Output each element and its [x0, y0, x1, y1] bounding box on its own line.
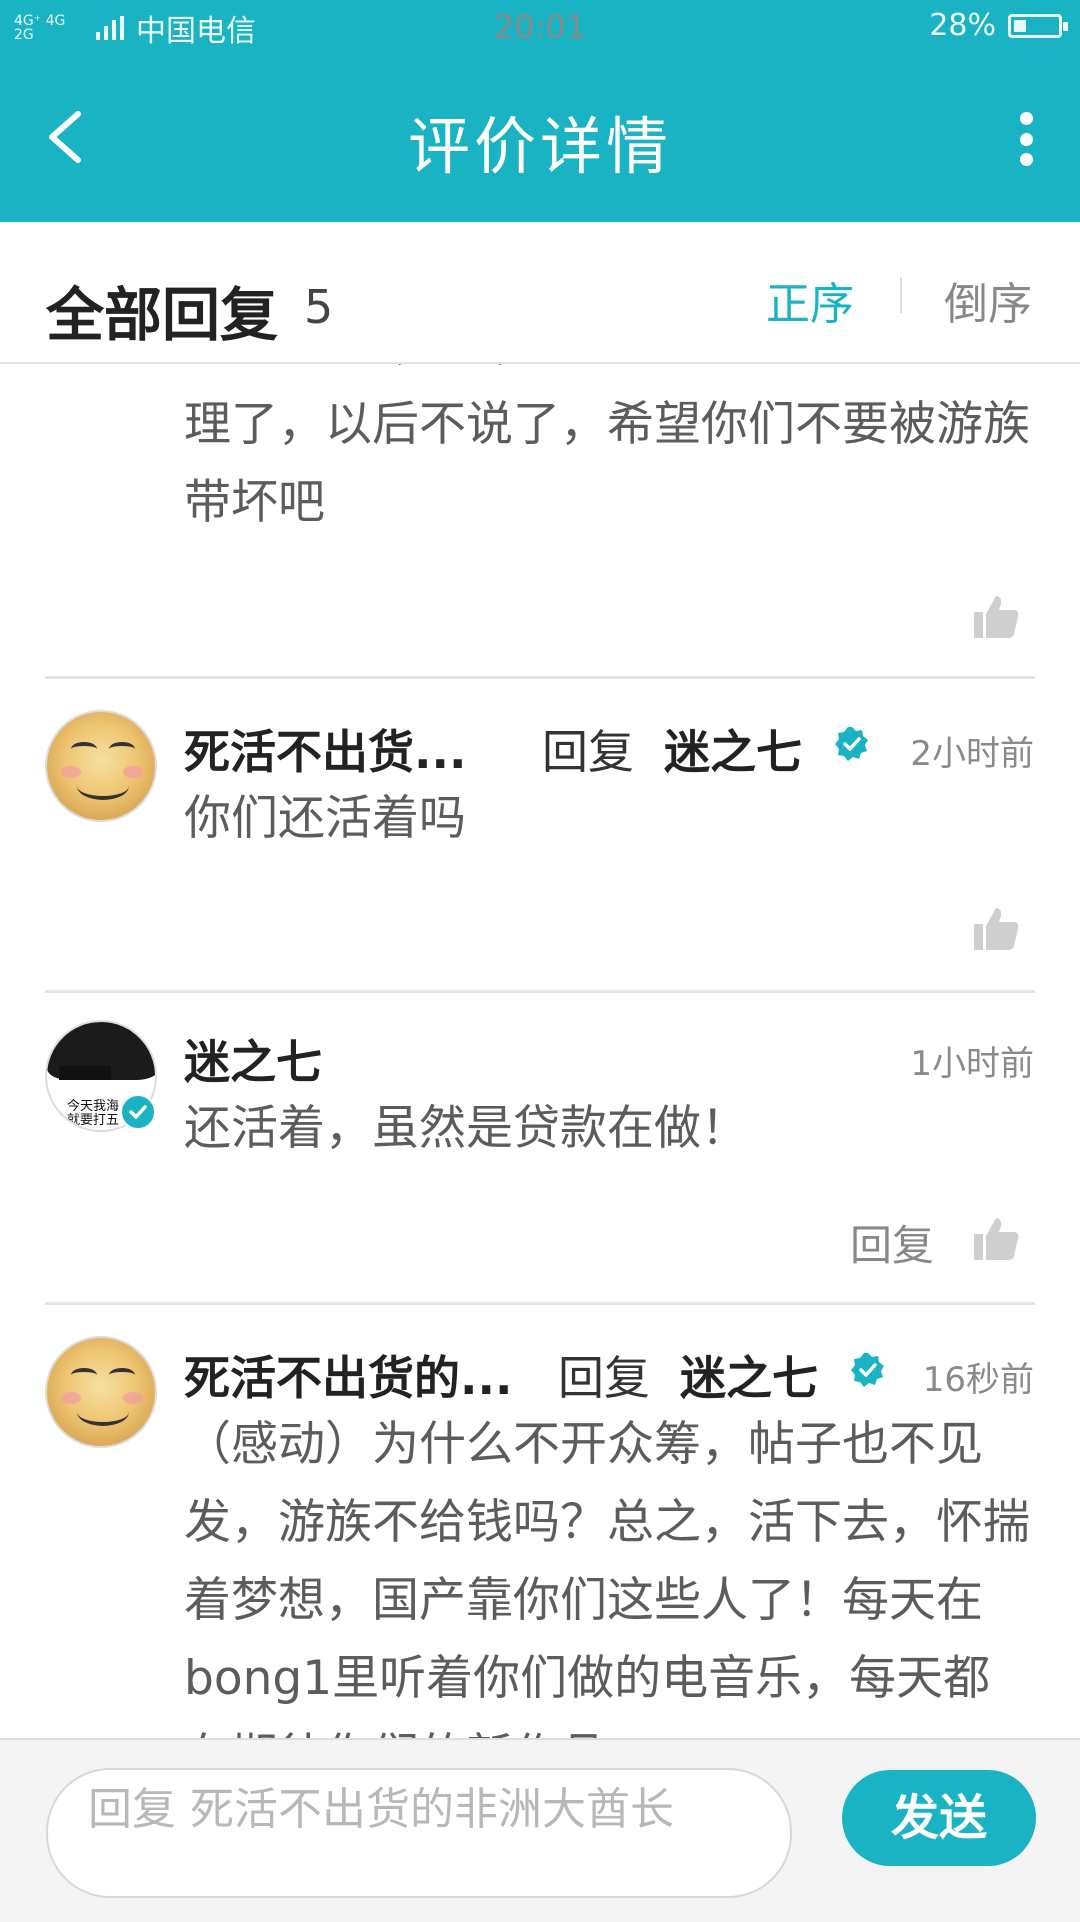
comment-text: 理了，以后不说了，希望你们不要被游族带坏吧 — [184, 397, 1030, 530]
page-title: 评价详情 — [407, 110, 672, 183]
send-button[interactable]: 发送 — [842, 1770, 1036, 1866]
reply-target[interactable]: 迷之七 — [680, 1342, 818, 1408]
reply-count: 5 — [304, 280, 334, 334]
reply-word: 回复 — [542, 725, 634, 779]
divider — [45, 676, 1035, 679]
verified-badge-icon — [835, 727, 868, 761]
comment-author[interactable]: 死活不出货的... — [184, 1342, 512, 1408]
comment-item: ehhhhhh，so，看来你被吓了吧情有可原 理了，以后不说了，希望你们不要被游… — [0, 364, 1080, 680]
app-bar: 4G⁺ 4G 2G 中国电信 20:01 28% 评价详情 — [0, 0, 1080, 222]
battery-icon — [1008, 13, 1068, 38]
avatar[interactable] — [45, 710, 157, 822]
battery-percent: 28% — [929, 8, 996, 43]
comment-author[interactable]: 迷之七 — [184, 1026, 322, 1092]
verified-badge-icon — [851, 1353, 884, 1387]
status-bar: 4G⁺ 4G 2G 中国电信 20:01 28% — [0, 0, 1080, 56]
comment-item: 死活不出货... 回复 迷之七 2小时前 你们还活着吗 — [0, 680, 1080, 992]
thumbs-up-icon[interactable] — [972, 904, 1020, 952]
reply-input[interactable]: 回复 死活不出货的非洲大酋长 — [46, 1768, 792, 1898]
status-time: 20:01 — [493, 8, 587, 46]
comment-text: 你们还活着吗 — [184, 791, 466, 846]
comment-list[interactable]: ehhhhhh，so，看来你被吓了吧情有可原 理了，以后不说了，希望你们不要被游… — [0, 364, 1080, 1738]
comment-time: 1小时前 — [910, 1044, 1034, 1084]
comment-item: 今天我海 就要打五 迷之七 1小时前 还活着，虽然是贷款在做！ 回复 — [0, 994, 1080, 1304]
all-replies-title: 全部回复 — [46, 281, 279, 349]
more-vertical-icon[interactable] — [1016, 112, 1036, 166]
sort-descending-tab[interactable]: 倒序 — [944, 268, 1032, 332]
comment-time: 16秒前 — [922, 1360, 1034, 1400]
replies-header: 全部回复 5 正序 倒序 — [0, 222, 1080, 364]
reply-target[interactable]: 迷之七 — [664, 716, 802, 782]
divider — [45, 1302, 1035, 1305]
comment-item: 死活不出货的... 回复 迷之七 16秒前 （感动）为什么不开众筹，帖子也不见发… — [0, 1306, 1080, 1738]
comment-text: （感动）为什么不开众筹，帖子也不见发，游族不给钱吗？总之，活下去，怀揣着梦想，国… — [184, 1417, 1030, 1738]
avatar[interactable] — [45, 1336, 157, 1448]
reply-button[interactable]: 回复 — [850, 1212, 934, 1273]
reply-bar: 回复 死活不出货的非洲大酋长 发送 — [0, 1738, 1080, 1922]
avatar-caption: 今天我海 就要打五 — [67, 1099, 120, 1128]
comment-author[interactable]: 死活不出货... — [184, 716, 466, 782]
thumbs-up-icon[interactable] — [972, 592, 1020, 640]
reply-word: 回复 — [558, 1351, 650, 1405]
sort-divider — [900, 277, 902, 313]
comment-text-partial: ehhhhhh，so，看来你被吓了吧情有可原 — [184, 364, 1030, 384]
divider — [45, 990, 1035, 993]
comment-time: 2小时前 — [910, 734, 1034, 774]
thumbs-up-icon[interactable] — [972, 1214, 1020, 1262]
verified-badge-icon — [120, 1094, 156, 1130]
comment-text: 还活着，虽然是贷款在做！ — [184, 1101, 748, 1156]
sort-ascending-tab[interactable]: 正序 — [766, 268, 854, 332]
